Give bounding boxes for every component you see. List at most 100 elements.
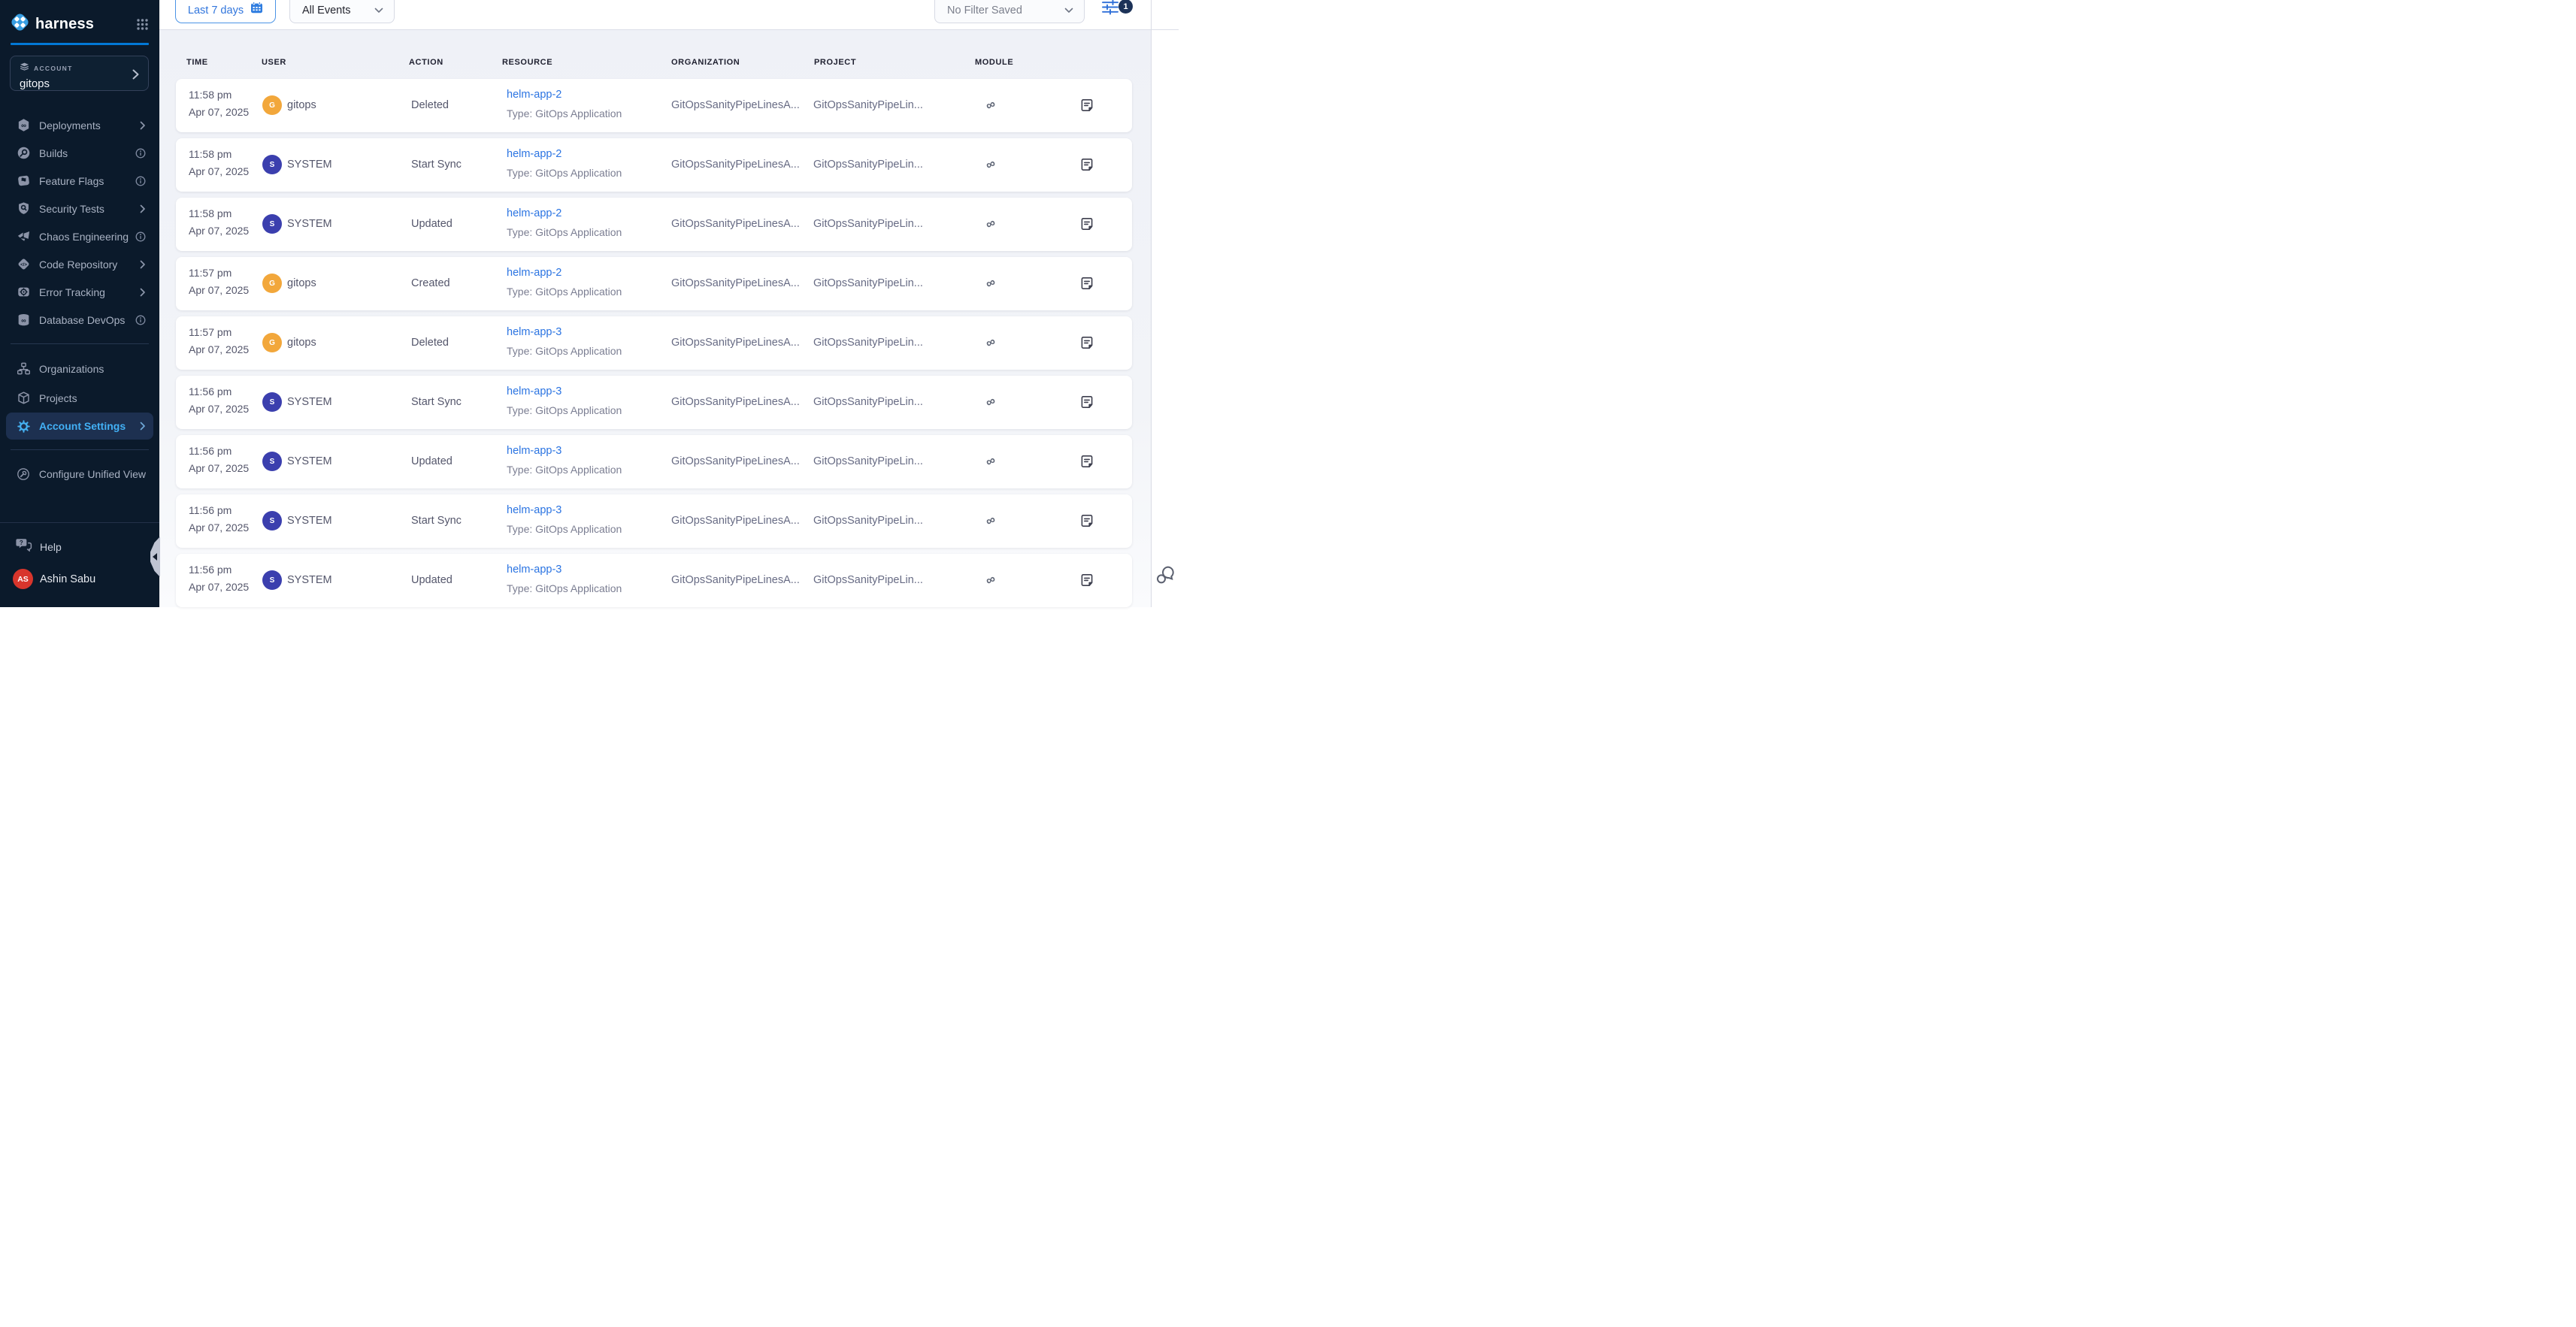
svg-text:∞: ∞ <box>983 274 997 291</box>
organization-name: GitOpsSanityPipeLinesA... <box>671 277 800 289</box>
module-grid-icon[interactable] <box>136 18 149 31</box>
brand-title: harness <box>35 16 94 33</box>
topbar-divider <box>159 29 1179 30</box>
date-range-button[interactable]: Last 7 days <box>175 0 276 23</box>
event-summary-icon[interactable] <box>1079 335 1094 354</box>
sidebar-item-configure-unified-view[interactable]: Configure Unified View <box>0 460 159 488</box>
accent-underline <box>11 43 149 45</box>
resource-link[interactable]: helm-app-2 <box>507 89 562 101</box>
user-menu[interactable]: AS Ashin Sabu <box>0 555 159 589</box>
sidebar-item-database-devops[interactable]: ∞ Database DevOps <box>0 306 159 334</box>
resource-link[interactable]: helm-app-3 <box>507 564 562 576</box>
event-summary-icon[interactable] <box>1079 454 1094 473</box>
sidebar-item-organizations[interactable]: Organizations <box>0 354 159 383</box>
resource-link[interactable]: helm-app-3 <box>507 445 562 457</box>
event-date: Apr 07, 2025 <box>189 403 249 415</box>
audit-row: 11:58 pm Apr 07, 2025 S SYSTEM Updated h… <box>176 198 1132 251</box>
column-header-organization: ORGANIZATION <box>671 58 740 67</box>
saved-filter-select[interactable]: No Filter Saved <box>934 0 1085 23</box>
event-date: Apr 07, 2025 <box>189 106 249 118</box>
action-label: Start Sync <box>411 159 462 171</box>
user-name: SYSTEM <box>287 218 332 230</box>
action-label: Deleted <box>411 99 449 111</box>
organization-name: GitOpsSanityPipeLinesA... <box>671 337 800 349</box>
event-summary-icon[interactable] <box>1079 98 1094 116</box>
audit-row: 11:56 pm Apr 07, 2025 S SYSTEM Updated h… <box>176 435 1132 488</box>
sidebar-item-code-repository[interactable]: </> Code Repository <box>0 250 159 278</box>
user-avatar: G <box>262 274 282 293</box>
resource-type: Type: GitOps Application <box>507 464 622 476</box>
account-selector[interactable]: ACCOUNT gitops <box>10 56 149 91</box>
project-name: GitOpsSanityPipeLin... <box>813 277 923 289</box>
user-name: gitops <box>287 277 316 289</box>
project-name: GitOpsSanityPipeLin... <box>813 396 923 408</box>
svg-text:∞: ∞ <box>983 393 997 410</box>
nav-divider <box>11 449 149 450</box>
organizations-icon <box>17 361 31 376</box>
project-name: GitOpsSanityPipeLin... <box>813 337 923 349</box>
event-summary-icon[interactable] <box>1079 513 1094 532</box>
sidebar-item-projects[interactable]: Projects <box>0 383 159 413</box>
user-name: SYSTEM <box>287 396 332 408</box>
info-icon <box>135 315 146 325</box>
chevron-right-icon <box>140 422 146 431</box>
svg-text:∞: ∞ <box>21 122 26 130</box>
action-label: Start Sync <box>411 515 462 527</box>
audit-row: 11:57 pm Apr 07, 2025 G gitops Deleted h… <box>176 316 1132 370</box>
organization-name: GitOpsSanityPipeLinesA... <box>671 455 800 467</box>
help-button[interactable]: ? Help <box>0 523 159 555</box>
sidebar-item-feature-flags[interactable]: Feature Flags <box>0 167 159 195</box>
organization-name: GitOpsSanityPipeLinesA... <box>671 396 800 408</box>
svg-text:∞: ∞ <box>983 96 997 113</box>
event-summary-icon[interactable] <box>1079 394 1094 413</box>
sidebar-item-account-settings[interactable]: Account Settings <box>6 413 153 440</box>
svg-text:∞: ∞ <box>983 571 997 588</box>
resource-link[interactable]: helm-app-3 <box>507 385 562 397</box>
account-name: gitops <box>20 77 139 90</box>
sidebar-item-chaos-engineering[interactable]: Chaos Engineering <box>0 222 159 250</box>
organization-name: GitOpsSanityPipeLinesA... <box>671 515 800 527</box>
resource-link[interactable]: helm-app-2 <box>507 148 562 160</box>
saved-filter-value: No Filter Saved <box>947 5 1022 17</box>
events-filter-select[interactable]: All Events <box>289 0 395 23</box>
user-avatar: AS <box>13 569 33 589</box>
gitops-module-icon: ∞ <box>982 96 1000 118</box>
user-avatar: S <box>262 570 282 590</box>
event-summary-icon[interactable] <box>1079 157 1094 176</box>
database-devops-icon: ∞ <box>17 313 31 327</box>
event-summary-icon[interactable] <box>1079 573 1094 591</box>
user-avatar: S <box>262 452 282 471</box>
column-header-project: PROJECT <box>814 58 856 67</box>
sidebar-item-deployments[interactable]: ∞ Deployments <box>0 111 159 139</box>
filter-button[interactable]: 1 <box>1101 0 1136 17</box>
filter-count-badge: 1 <box>1118 0 1133 14</box>
action-label: Updated <box>411 455 453 467</box>
organization-name: GitOpsSanityPipeLinesA... <box>671 574 800 586</box>
chaos-engineering-icon <box>17 229 31 243</box>
user-name: SYSTEM <box>287 515 332 527</box>
chevron-right-icon <box>140 121 146 130</box>
sidebar-item-error-tracking[interactable]: Error Tracking <box>0 278 159 306</box>
resource-link[interactable]: helm-app-3 <box>507 326 562 338</box>
resource-type: Type: GitOps Application <box>507 226 622 238</box>
chat-support-icon[interactable] <box>1155 565 1176 588</box>
event-date: Apr 07, 2025 <box>189 521 249 534</box>
column-header-action: ACTION <box>409 58 443 67</box>
calendar-icon <box>250 2 263 17</box>
resource-link[interactable]: helm-app-2 <box>507 207 562 219</box>
action-label: Updated <box>411 218 453 230</box>
builds-icon <box>17 146 31 160</box>
action-label: Deleted <box>411 337 449 349</box>
chevron-right-icon <box>140 288 146 297</box>
sidebar-item-builds[interactable]: Builds <box>0 139 159 167</box>
gitops-module-icon: ∞ <box>982 571 1000 593</box>
event-date: Apr 07, 2025 <box>189 165 249 177</box>
event-summary-icon[interactable] <box>1079 276 1094 295</box>
resource-link[interactable]: helm-app-2 <box>507 267 562 279</box>
event-summary-icon[interactable] <box>1079 216 1094 235</box>
user-avatar: S <box>262 511 282 530</box>
resource-link[interactable]: helm-app-3 <box>507 504 562 516</box>
sidebar-item-security-tests[interactable]: Security Tests <box>0 195 159 222</box>
audit-row: 11:56 pm Apr 07, 2025 S SYSTEM Updated h… <box>176 554 1132 607</box>
svg-text:∞: ∞ <box>983 512 997 528</box>
